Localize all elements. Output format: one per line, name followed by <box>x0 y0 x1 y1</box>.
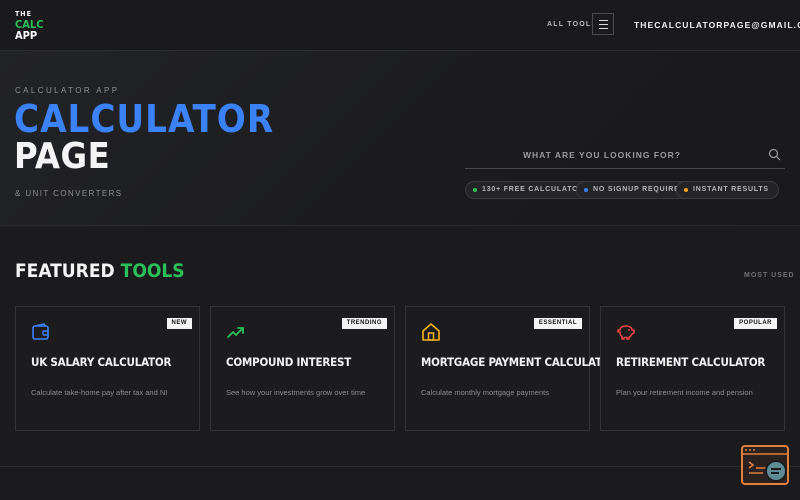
hero-subtitle: & UNIT CONVERTERS <box>15 189 123 198</box>
piggy-bank-icon <box>617 325 635 340</box>
search-icon[interactable] <box>768 148 781 161</box>
card-description: Calculate take-home pay after tax and NI <box>31 388 168 397</box>
green-dot-icon <box>473 188 477 192</box>
hero-kicker: CALCULATOR APP <box>15 86 120 95</box>
wallet-icon <box>32 323 49 340</box>
tool-card-uk-salary[interactable]: NEW UK SALARY CALCULATOR Calculate take-… <box>15 306 200 431</box>
tool-card-compound-interest[interactable]: TRENDING COMPOUND INTEREST See how your … <box>210 306 395 431</box>
contact-email-link[interactable]: THECALCULATORPAGE@GMAIL.COM <box>634 20 800 30</box>
featured-heading: FEATURED TOOLS <box>15 260 185 282</box>
card-badge: NEW <box>166 318 192 329</box>
orange-dot-icon <box>684 188 688 192</box>
site-header: THE CALC APP ALL TOOLS THECALCULATORPAGE… <box>0 0 800 51</box>
hero-section: CALCULATOR APP CALCULATOR PAGE & UNIT CO… <box>0 51 800 226</box>
hero-title-page: PAGE <box>14 136 111 177</box>
tool-card-mortgage-payment[interactable]: ESSENTIAL MORTGAGE PAYMENT CALCULATOR Ca… <box>405 306 618 431</box>
chat-support-icon[interactable] <box>741 445 791 487</box>
card-description: Plan your retirement income and pension <box>616 388 753 397</box>
hamburger-icon-bar <box>599 24 608 25</box>
card-badge: ESSENTIAL <box>533 318 582 329</box>
hamburger-icon <box>599 20 608 21</box>
home-icon <box>422 323 440 341</box>
hero-title-calculator: CALCULATOR <box>14 97 275 141</box>
trending-up-icon <box>227 327 244 338</box>
pill-label: NO SIGNUP REQUIRED <box>593 186 686 193</box>
feature-pill-instant-results: INSTANT RESULTS <box>676 181 779 199</box>
card-title: UK SALARY CALCULATOR <box>31 355 172 369</box>
pill-label: INSTANT RESULTS <box>693 186 769 193</box>
menu-button[interactable] <box>592 13 614 35</box>
featured-heading-main: FEATURED <box>15 260 115 282</box>
most-used-label: MOST USED <box>744 272 795 279</box>
tool-card-retirement[interactable]: POPULAR RETIREMENT CALCULATOR Plan your … <box>600 306 785 431</box>
featured-heading-accent: TOOLS <box>120 260 185 282</box>
search-input[interactable] <box>465 146 755 164</box>
hamburger-icon-bar <box>599 28 608 29</box>
card-title: RETIREMENT CALCULATOR <box>616 355 766 369</box>
card-title: COMPOUND INTEREST <box>226 355 352 369</box>
site-logo[interactable]: THE CALC APP <box>15 9 44 41</box>
card-description: See how your investments grow over time <box>226 388 366 397</box>
card-badge: TRENDING <box>341 318 387 329</box>
card-badge: POPULAR <box>734 318 777 329</box>
all-tools-link[interactable]: ALL TOOLS <box>547 21 597 28</box>
blue-dot-icon <box>584 188 588 192</box>
section-divider <box>0 466 800 467</box>
search-bar <box>465 142 785 169</box>
pill-label: 130+ FREE CALCULATORS <box>482 186 590 193</box>
card-description: Calculate monthly mortgage payments <box>421 388 549 397</box>
card-title: MORTGAGE PAYMENT CALCULATOR <box>421 355 619 369</box>
logo-line-app: APP <box>15 29 38 42</box>
